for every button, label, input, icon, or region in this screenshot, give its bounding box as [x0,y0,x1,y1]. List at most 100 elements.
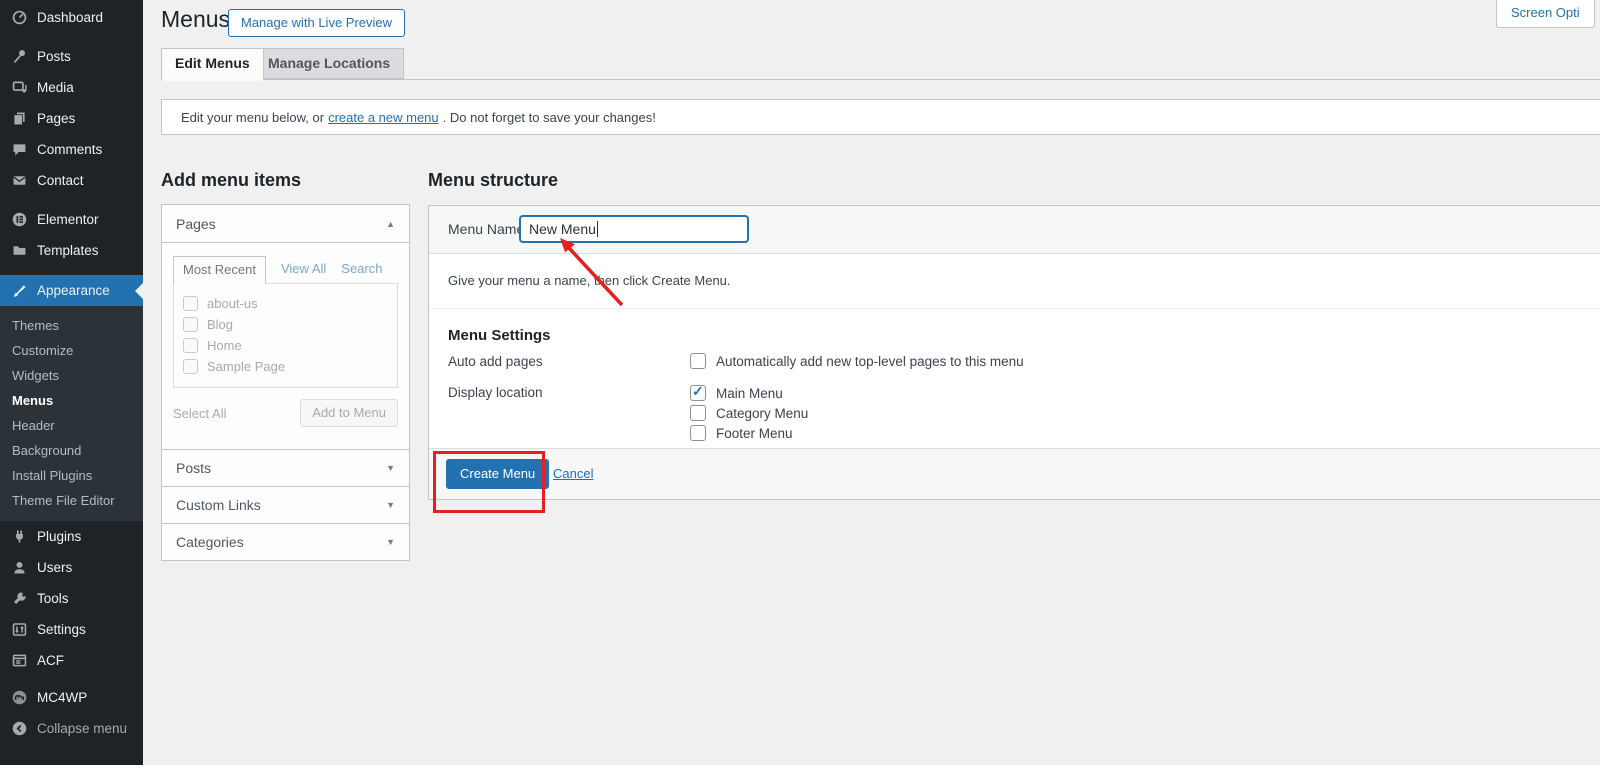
accordion-posts-header[interactable]: Posts ▼ [162,449,409,486]
submenu-item-widgets[interactable]: Widgets [0,363,143,388]
location-label: Main Menu [716,386,783,401]
checkbox-category-menu[interactable] [690,405,706,421]
sidebar-item-pages[interactable]: Pages [0,103,143,134]
page-item-label: Home [207,338,242,353]
accordion-title: Posts [176,460,211,476]
accordion-pages-header[interactable]: Pages ▲ [162,205,409,242]
sidebar-item-label: Appearance [37,283,110,298]
auto-add-pages-label: Auto add pages [448,354,543,369]
annotation-arrow [540,225,640,315]
sidebar-item-posts[interactable]: Posts [0,41,143,72]
sidebar-item-label: Comments [37,142,102,157]
sidebar-item-settings[interactable]: Settings [0,614,143,645]
sidebar-item-label: Tools [37,591,69,606]
list-item: Blog [183,314,397,335]
sidebar-item-label: Templates [37,243,99,258]
submenu-item-customize[interactable]: Customize [0,338,143,363]
pages-icon [11,110,28,127]
sidebar-item-contact[interactable]: Contact [0,165,143,196]
comment-icon [11,141,28,158]
tab-manage-locations[interactable]: Manage Locations [254,48,404,79]
chevron-up-icon: ▲ [386,219,395,229]
menu-settings-heading: Menu Settings [448,327,551,344]
sidebar-item-appearance[interactable]: Appearance [0,275,143,306]
chevron-down-icon: ▼ [386,537,395,547]
location-option: Main Menu [690,383,808,403]
sidebar-item-mc4wp[interactable]: MC4WP [0,682,143,713]
sidebar-item-label: Posts [37,49,71,64]
tab-edit-menus[interactable]: Edit Menus [161,48,264,81]
accordion-title: Custom Links [176,497,261,513]
sidebar-item-collapse-menu[interactable]: Collapse menu [0,713,143,744]
auto-add-option-label: Automatically add new top-level pages to… [716,354,1024,369]
cancel-link[interactable]: Cancel [553,466,593,481]
list-item: Home [183,335,397,356]
submenu-item-install-plugins[interactable]: Install Plugins [0,463,143,488]
sidebar-item-label: Dashboard [37,10,103,25]
screen-options-button[interactable]: Screen Opti [1496,0,1595,28]
sidebar-item-label: Pages [37,111,75,126]
accordion-categories-header[interactable]: Categories ▼ [162,523,409,560]
sliders-icon [11,621,28,638]
collapse-arrow-icon [11,720,28,737]
notice-banner: Edit your menu below, or create a new me… [161,99,1600,135]
list-item: Sample Page [183,356,397,377]
sidebar-item-plugins[interactable]: Plugins [0,521,143,552]
sidebar-item-label: Elementor [37,212,99,227]
submenu-item-theme-file-editor[interactable]: Theme File Editor [0,488,143,513]
sidebar-item-acf[interactable]: ACF [0,645,143,676]
checkbox-auto-add-pages[interactable] [690,353,706,369]
window-bottom-edge [0,765,1600,770]
manage-with-live-preview-button[interactable]: Manage with Live Preview [228,9,405,37]
submenu-item-background[interactable]: Background [0,438,143,463]
sidebar-item-elementor[interactable]: Elementor [0,204,143,235]
sidebar-item-label: Contact [37,173,84,188]
current-menu-notch [135,283,143,299]
pushpin-icon [11,48,28,65]
sidebar-item-label: Collapse menu [37,721,127,736]
accordion-title: Pages [176,216,216,232]
tab-view-all[interactable]: View All [281,261,326,276]
add-menu-items-heading: Add menu items [161,170,301,191]
elementor-icon [11,211,28,228]
checkbox-main-menu[interactable] [690,385,706,401]
checkbox-home[interactable] [183,338,198,353]
sidebar-item-media[interactable]: Media [0,72,143,103]
wordpress-admin-screen: Dashboard Posts Media Pages Comments Con… [0,0,1600,770]
submenu-item-header[interactable]: Header [0,413,143,438]
sidebar-item-dashboard[interactable]: Dashboard [0,2,143,33]
menu-structure-heading: Menu structure [428,170,558,191]
user-icon [11,559,28,576]
mc4wp-icon [11,689,28,706]
accordion-custom-links-header[interactable]: Custom Links ▼ [162,486,409,523]
location-label: Footer Menu [716,426,793,441]
annotation-highlight-box [433,451,545,513]
create-new-menu-link[interactable]: create a new menu [328,110,439,125]
checkbox-blog[interactable] [183,317,198,332]
tab-search[interactable]: Search [341,261,382,276]
acf-grid-icon [11,652,28,669]
submenu-item-menus[interactable]: Menus [0,388,143,413]
sidebar-item-label: Media [37,80,74,95]
checkbox-about-us[interactable] [183,296,198,311]
wrench-icon [11,590,28,607]
select-all-link[interactable]: Select All [173,406,226,421]
sidebar-item-tools[interactable]: Tools [0,583,143,614]
page-item-label: Sample Page [207,359,285,374]
menu-structure-footer: Create Menu Cancel [429,448,1600,499]
sidebar-item-comments[interactable]: Comments [0,134,143,165]
checkbox-sample-page[interactable] [183,359,198,374]
page-title: Menus [161,6,230,33]
pages-panel-footer: Select All Add to Menu [173,399,398,427]
chevron-down-icon: ▼ [386,500,395,510]
sidebar-item-label: MC4WP [37,690,87,705]
submenu-item-themes[interactable]: Themes [0,313,143,338]
admin-sidebar: Dashboard Posts Media Pages Comments Con… [0,0,143,765]
add-to-menu-button[interactable]: Add to Menu [300,399,398,427]
tab-most-recent[interactable]: Most Recent [173,256,266,284]
sidebar-item-users[interactable]: Users [0,552,143,583]
sidebar-item-templates[interactable]: Templates [0,235,143,266]
checkbox-footer-menu[interactable] [690,425,706,441]
list-item: about-us [183,293,397,314]
sidebar-item-label: ACF [37,653,64,668]
